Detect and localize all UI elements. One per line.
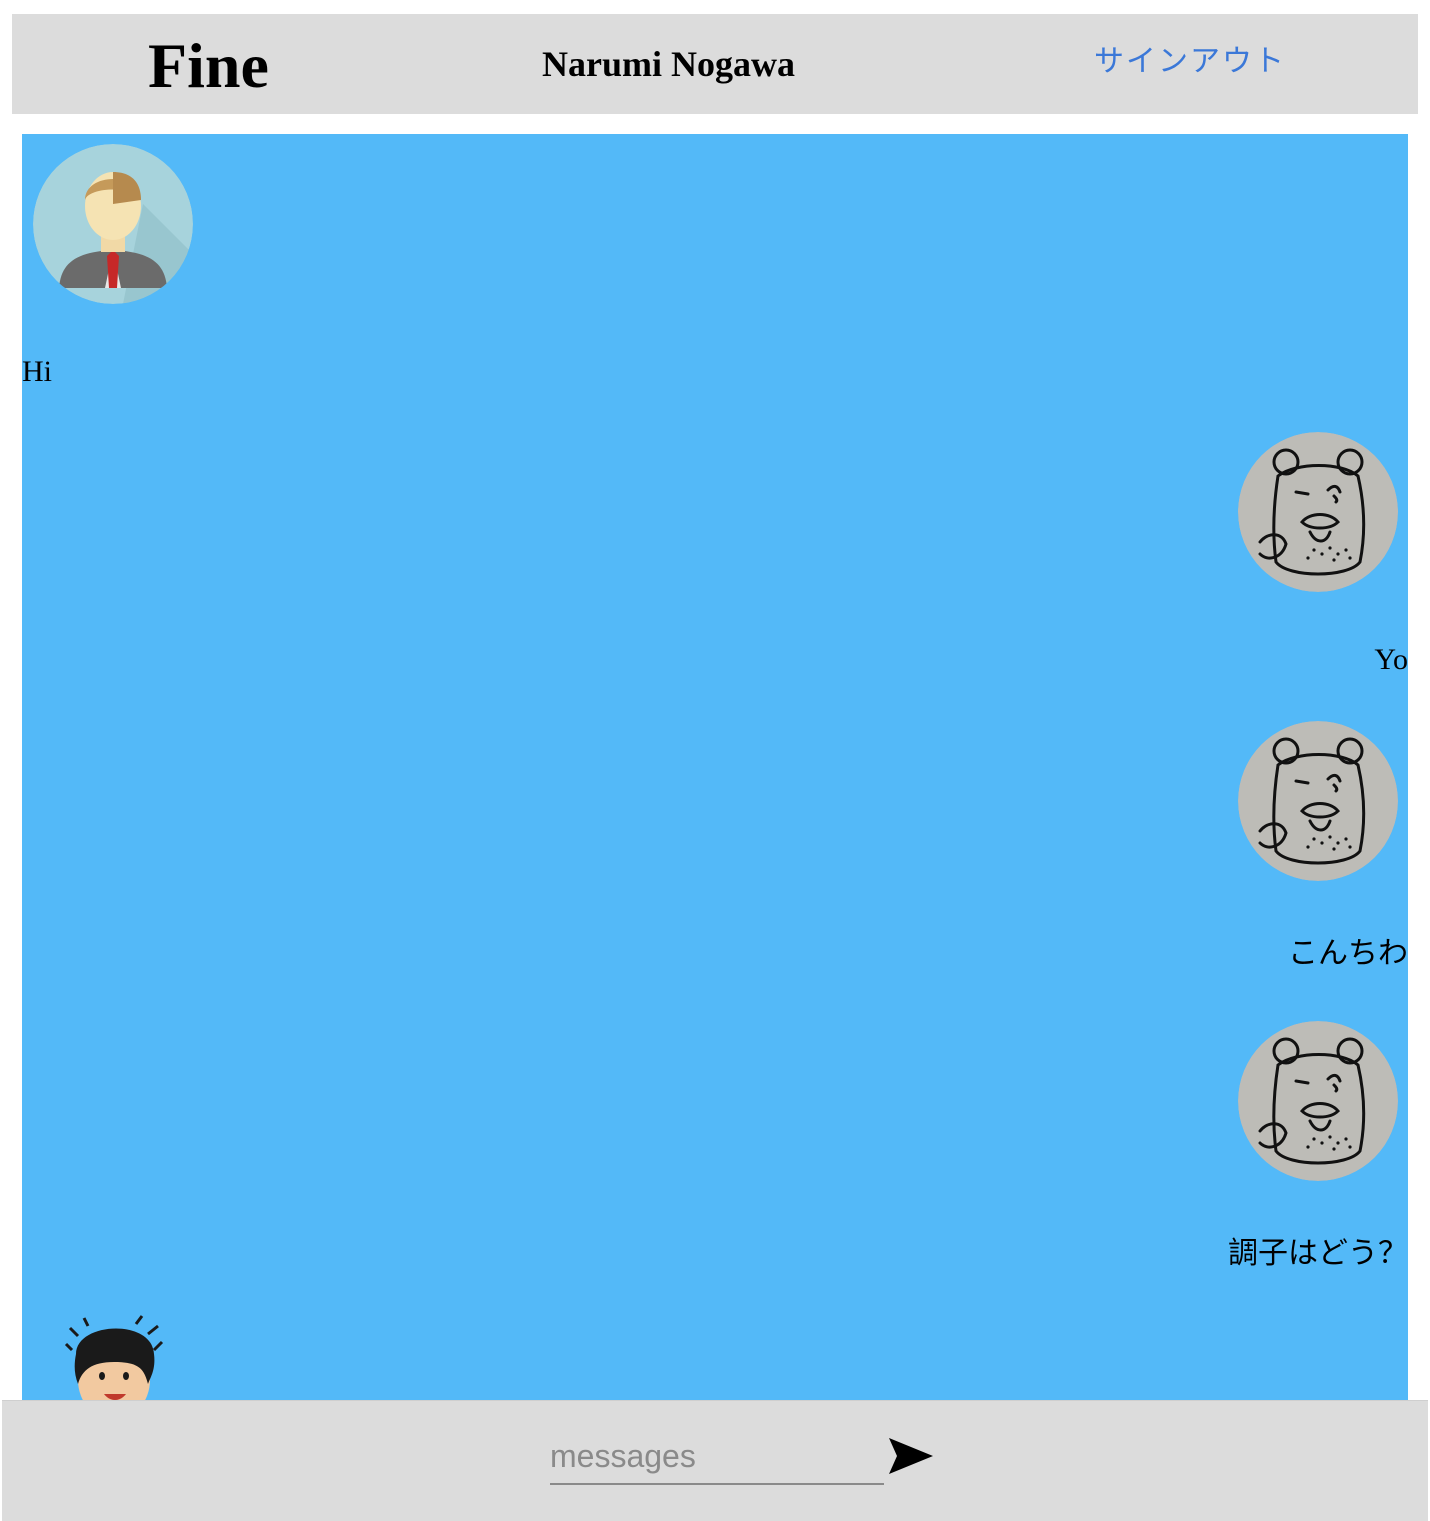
app-logo: Fine [148,30,269,101]
current-user-name: Narumi Nogawa [542,44,795,84]
send-arrow-icon [887,1437,935,1479]
businessman-avatar-icon [33,144,193,304]
message-text: Hi [22,355,52,388]
message-input[interactable] [550,1429,884,1485]
message-text: 調子はどう？ [1228,1237,1408,1270]
message-text: こんちわ [1288,937,1408,970]
bear-sketch-avatar-icon [1238,1021,1398,1181]
chat-message-area[interactable]: Hi Yo こんちわ 調子はどう？ [22,134,1408,1400]
message-text: Yo [1374,643,1408,676]
bear-sketch-avatar-icon [1238,432,1398,592]
send-button[interactable] [886,1435,936,1479]
signout-link[interactable]: サインアウト [1094,44,1286,80]
top-header: Fine Narumi Nogawa サインアウト [12,14,1418,114]
message-composer [2,1400,1428,1521]
boy-cartoon-avatar-icon [58,1314,168,1400]
bear-sketch-avatar-icon [1238,721,1398,881]
